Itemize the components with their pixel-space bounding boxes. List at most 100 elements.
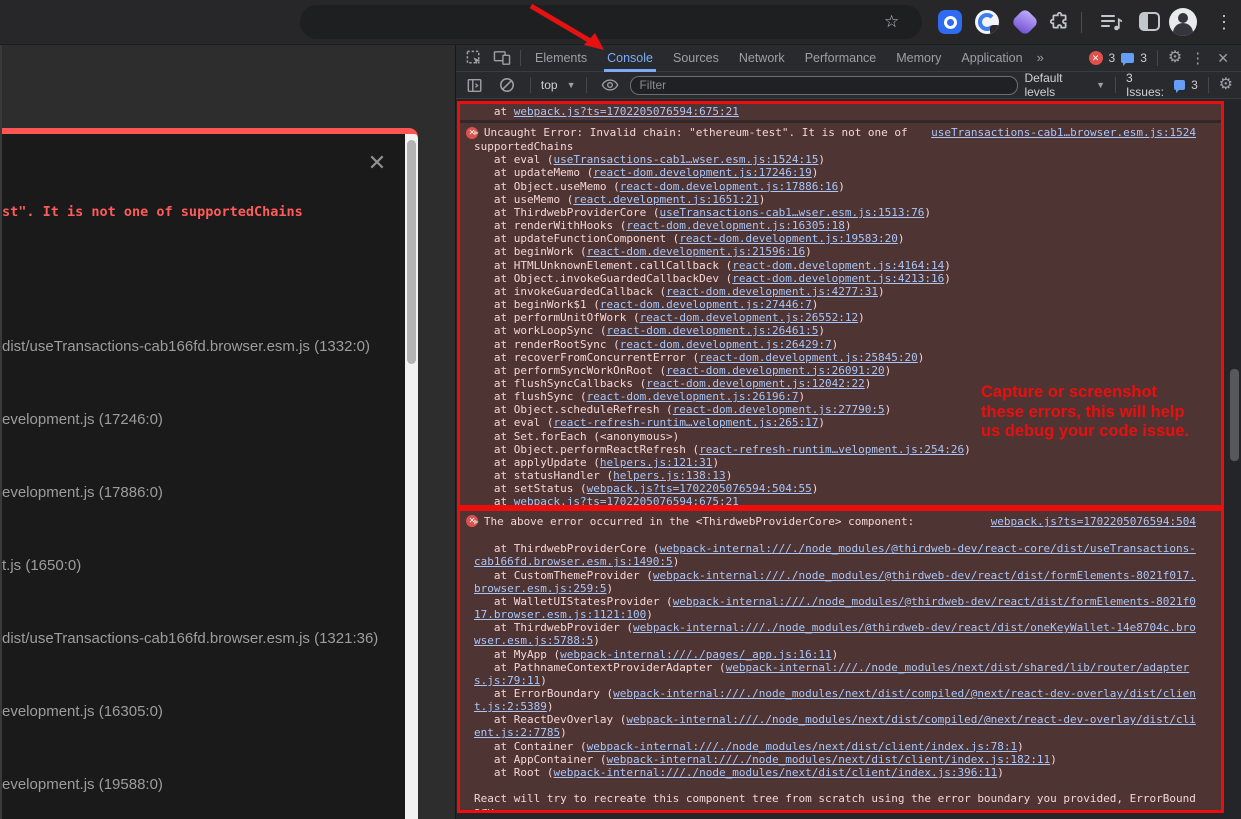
tab-performance[interactable]: Performance [795,45,887,72]
stack-frame-link[interactable]: react-dom.development.js:27790:5 [673,403,885,416]
console-error-row-2[interactable]: ✕ webpack.js?ts=1702205076594:504▶The ab… [460,511,1221,810]
tab-application[interactable]: Application [951,45,1032,72]
stack-frame-link[interactable]: react-dom.development.js:21596:16 [587,245,806,258]
console-settings-gear-icon[interactable]: ⚙ [1219,77,1233,93]
extensions-puzzle-icon[interactable] [1049,11,1073,35]
error-count-icon[interactable]: ✕ [1089,51,1103,65]
overlay-stack-frame[interactable]: evelopment.js (19588:0) [2,776,163,793]
stack-frame-link[interactable]: react-dom.development.js:26429:7 [620,338,832,351]
console-filter-input[interactable] [630,76,1018,95]
stack-frame-link[interactable]: react-dom.development.js:17886:16 [620,180,839,193]
stack-frame-link[interactable]: webpack-internal:///./node_modules/@thir… [474,569,1196,595]
expand-triangle-icon[interactable]: ▶ [474,515,479,528]
stack-frame-link[interactable]: react-dom.development.js:16305:18 [626,219,845,232]
devtools-menu-kebab-icon[interactable]: ⋮ [1188,49,1207,67]
stack-frame-link[interactable]: webpack-internal:///./node_modules/next/… [474,687,1196,713]
stack-frame-link[interactable]: webpack-internal:///./node_modules/next/… [587,740,1017,753]
stack-frame-link[interactable]: react-dom.development.js:17246:19 [593,166,812,179]
stack-frame-link[interactable]: react.development.js:1651:21 [573,193,758,206]
stack-frame-link[interactable]: react-dom.development.js:26196:7 [587,390,799,403]
overlay-close-icon[interactable]: ✕ [365,152,389,176]
web-page-background: ✕ st". It is not one of supportedChains … [0,45,455,819]
issues-chat-icon[interactable] [1174,80,1185,90]
context-selector[interactable]: top [541,78,558,92]
stack-frame-link[interactable]: react-dom.development.js:27446:7 [600,298,812,311]
overlay-stack-frame[interactable]: dist/useTransactions-cab166fd.browser.es… [2,630,378,647]
console-error-row-1[interactable]: ✕ useTransactions-cab1…browser.esm.js:15… [460,123,1221,505]
stack-frame-link[interactable]: react-dom.development.js:26461:5 [606,324,818,337]
stack-frame-link[interactable]: react-dom.development.js:19583:20 [679,232,898,245]
chevron-down-icon: ▼ [1096,80,1105,90]
console-sidebar-icon[interactable] [467,78,483,93]
stack-frame-link[interactable]: webpack-internal:///./node_modules/next/… [474,713,1196,739]
overlay-stack-frame[interactable]: evelopment.js (17886:0) [2,484,163,501]
overlay-stack-frame[interactable]: dist/useTransactions-cab166fd.browser.es… [2,338,370,355]
error-source-link[interactable]: webpack.js?ts=1702205076594:504 [991,515,1196,528]
devtools-close-icon[interactable]: ✕ [1213,50,1233,67]
stack-frame-link[interactable]: webpack-internal:///./node_modules/next/… [606,753,1050,766]
target-extension-icon[interactable] [938,10,962,34]
stack-frame-link[interactable]: webpack-internal:///./node_modules/@thir… [474,595,1196,621]
error-source-link[interactable]: useTransactions-cab1…browser.esm.js:1524 [931,126,1196,139]
stack-frame-link[interactable]: helpers.js:121:31 [600,456,713,469]
tab-elements[interactable]: Elements [525,45,597,72]
toolbar-separator [1208,77,1209,93]
profile-avatar[interactable] [1169,8,1197,36]
live-expression-eye-icon[interactable] [601,78,619,92]
stack-frame-link[interactable]: webpack.js?ts=1702205076594:504:55 [587,482,812,495]
stack-frame-link[interactable]: webpack-internal:///./node_modules/next/… [553,766,997,779]
issues-label[interactable]: 3 Issues: [1126,71,1168,99]
tab-sources[interactable]: Sources [663,45,729,72]
clear-console-icon[interactable] [499,77,515,93]
media-controls-icon[interactable] [1100,13,1123,37]
stack-frame-link[interactable]: react-refresh-runtim…velopment.js:254:26 [699,443,964,456]
target-ring [944,16,957,29]
stack-frame-link[interactable]: react-dom.development.js:26552:12 [640,311,859,324]
tab-console[interactable]: Console [597,45,663,72]
browser-menu-kebab-icon[interactable]: ⋮ [1215,9,1233,35]
overlay-stack-frame[interactable]: evelopment.js (17246:0) [2,411,163,428]
tab-separator [1157,50,1158,66]
settings-gear-icon[interactable]: ⚙ [1168,50,1182,66]
clock-extension-icon[interactable] [975,10,999,34]
console-scrollbar-thumb[interactable] [1230,369,1239,461]
console-row-partial[interactable]: at webpack.js?ts=1702205076594:675:21 [460,104,1221,120]
stack-frame-link[interactable]: react-dom.development.js:4213:16 [732,272,944,285]
inspect-element-icon[interactable] [466,50,483,67]
overlay-scrollbar[interactable] [405,134,418,819]
device-toolbar-icon[interactable] [493,50,511,66]
overlay-stack-frame[interactable]: t.js (1650:0) [2,557,81,574]
message-count-icon[interactable] [1121,53,1134,63]
stack-frame-link[interactable]: react-dom.development.js:25845:20 [699,351,918,364]
stack-frame-link[interactable]: webpack.js?ts=1702205076594:675:21 [514,105,739,118]
gem-extension-icon[interactable] [1011,8,1039,36]
console-toolbar-right: Default levels ▼ 3 Issues: 3 ⚙ [1024,71,1233,99]
stack-frame-link[interactable]: useTransactions-cab1…wser.esm.js:1524:15 [553,153,818,166]
stack-frame-link[interactable]: webpack-internal:///./node_modules/@thir… [474,542,1196,568]
stack-frame-link[interactable]: react-dom.development.js:4277:31 [666,285,878,298]
overlay-stack-frame[interactable]: evelopment.js (16305:0) [2,703,163,720]
avatar-head [1178,13,1188,23]
stack-frame-link[interactable]: useTransactions-cab1…wser.esm.js:1513:76 [659,206,924,219]
stack-frame-link[interactable]: helpers.js:138:13 [613,469,726,482]
log-levels-select[interactable]: Default levels [1024,71,1087,99]
overlay-scrollbar-thumb[interactable] [407,140,416,364]
side-panel-icon[interactable] [1139,12,1160,31]
stack-frame-link[interactable]: webpack-internal:///./pages/_app.js:16:1… [560,648,832,661]
more-tabs-chevron[interactable]: » [1033,45,1048,72]
tab-memory[interactable]: Memory [886,45,951,72]
bookmark-star-icon[interactable]: ☆ [884,9,899,35]
stack-frame-link[interactable]: react-dom.development.js:4164:14 [732,259,944,272]
stack-frame-link[interactable]: webpack-internal:///./node_modules/@thir… [474,621,1196,647]
stack-frame-link[interactable]: react-refresh-runtim…velopment.js:265:17 [553,416,818,429]
stack-frame-link[interactable]: react-dom.development.js:12042:22 [646,377,865,390]
stack-frame-link[interactable]: webpack-internal:///./node_modules/next/… [474,661,1189,687]
console-messages-area[interactable]: at webpack.js?ts=1702205076594:675:21 ✕ … [456,100,1241,819]
address-bar[interactable] [300,5,922,39]
tab-network[interactable]: Network [729,45,795,72]
issues-count: 3 [1191,78,1198,92]
stack-frame-link[interactable]: webpack.js?ts=1702205076594:675:21 [514,495,739,505]
toolbar-separator [586,77,587,93]
expand-triangle-icon[interactable]: ▶ [474,126,479,139]
stack-frame-link[interactable]: react-dom.development.js:26091:20 [666,364,885,377]
